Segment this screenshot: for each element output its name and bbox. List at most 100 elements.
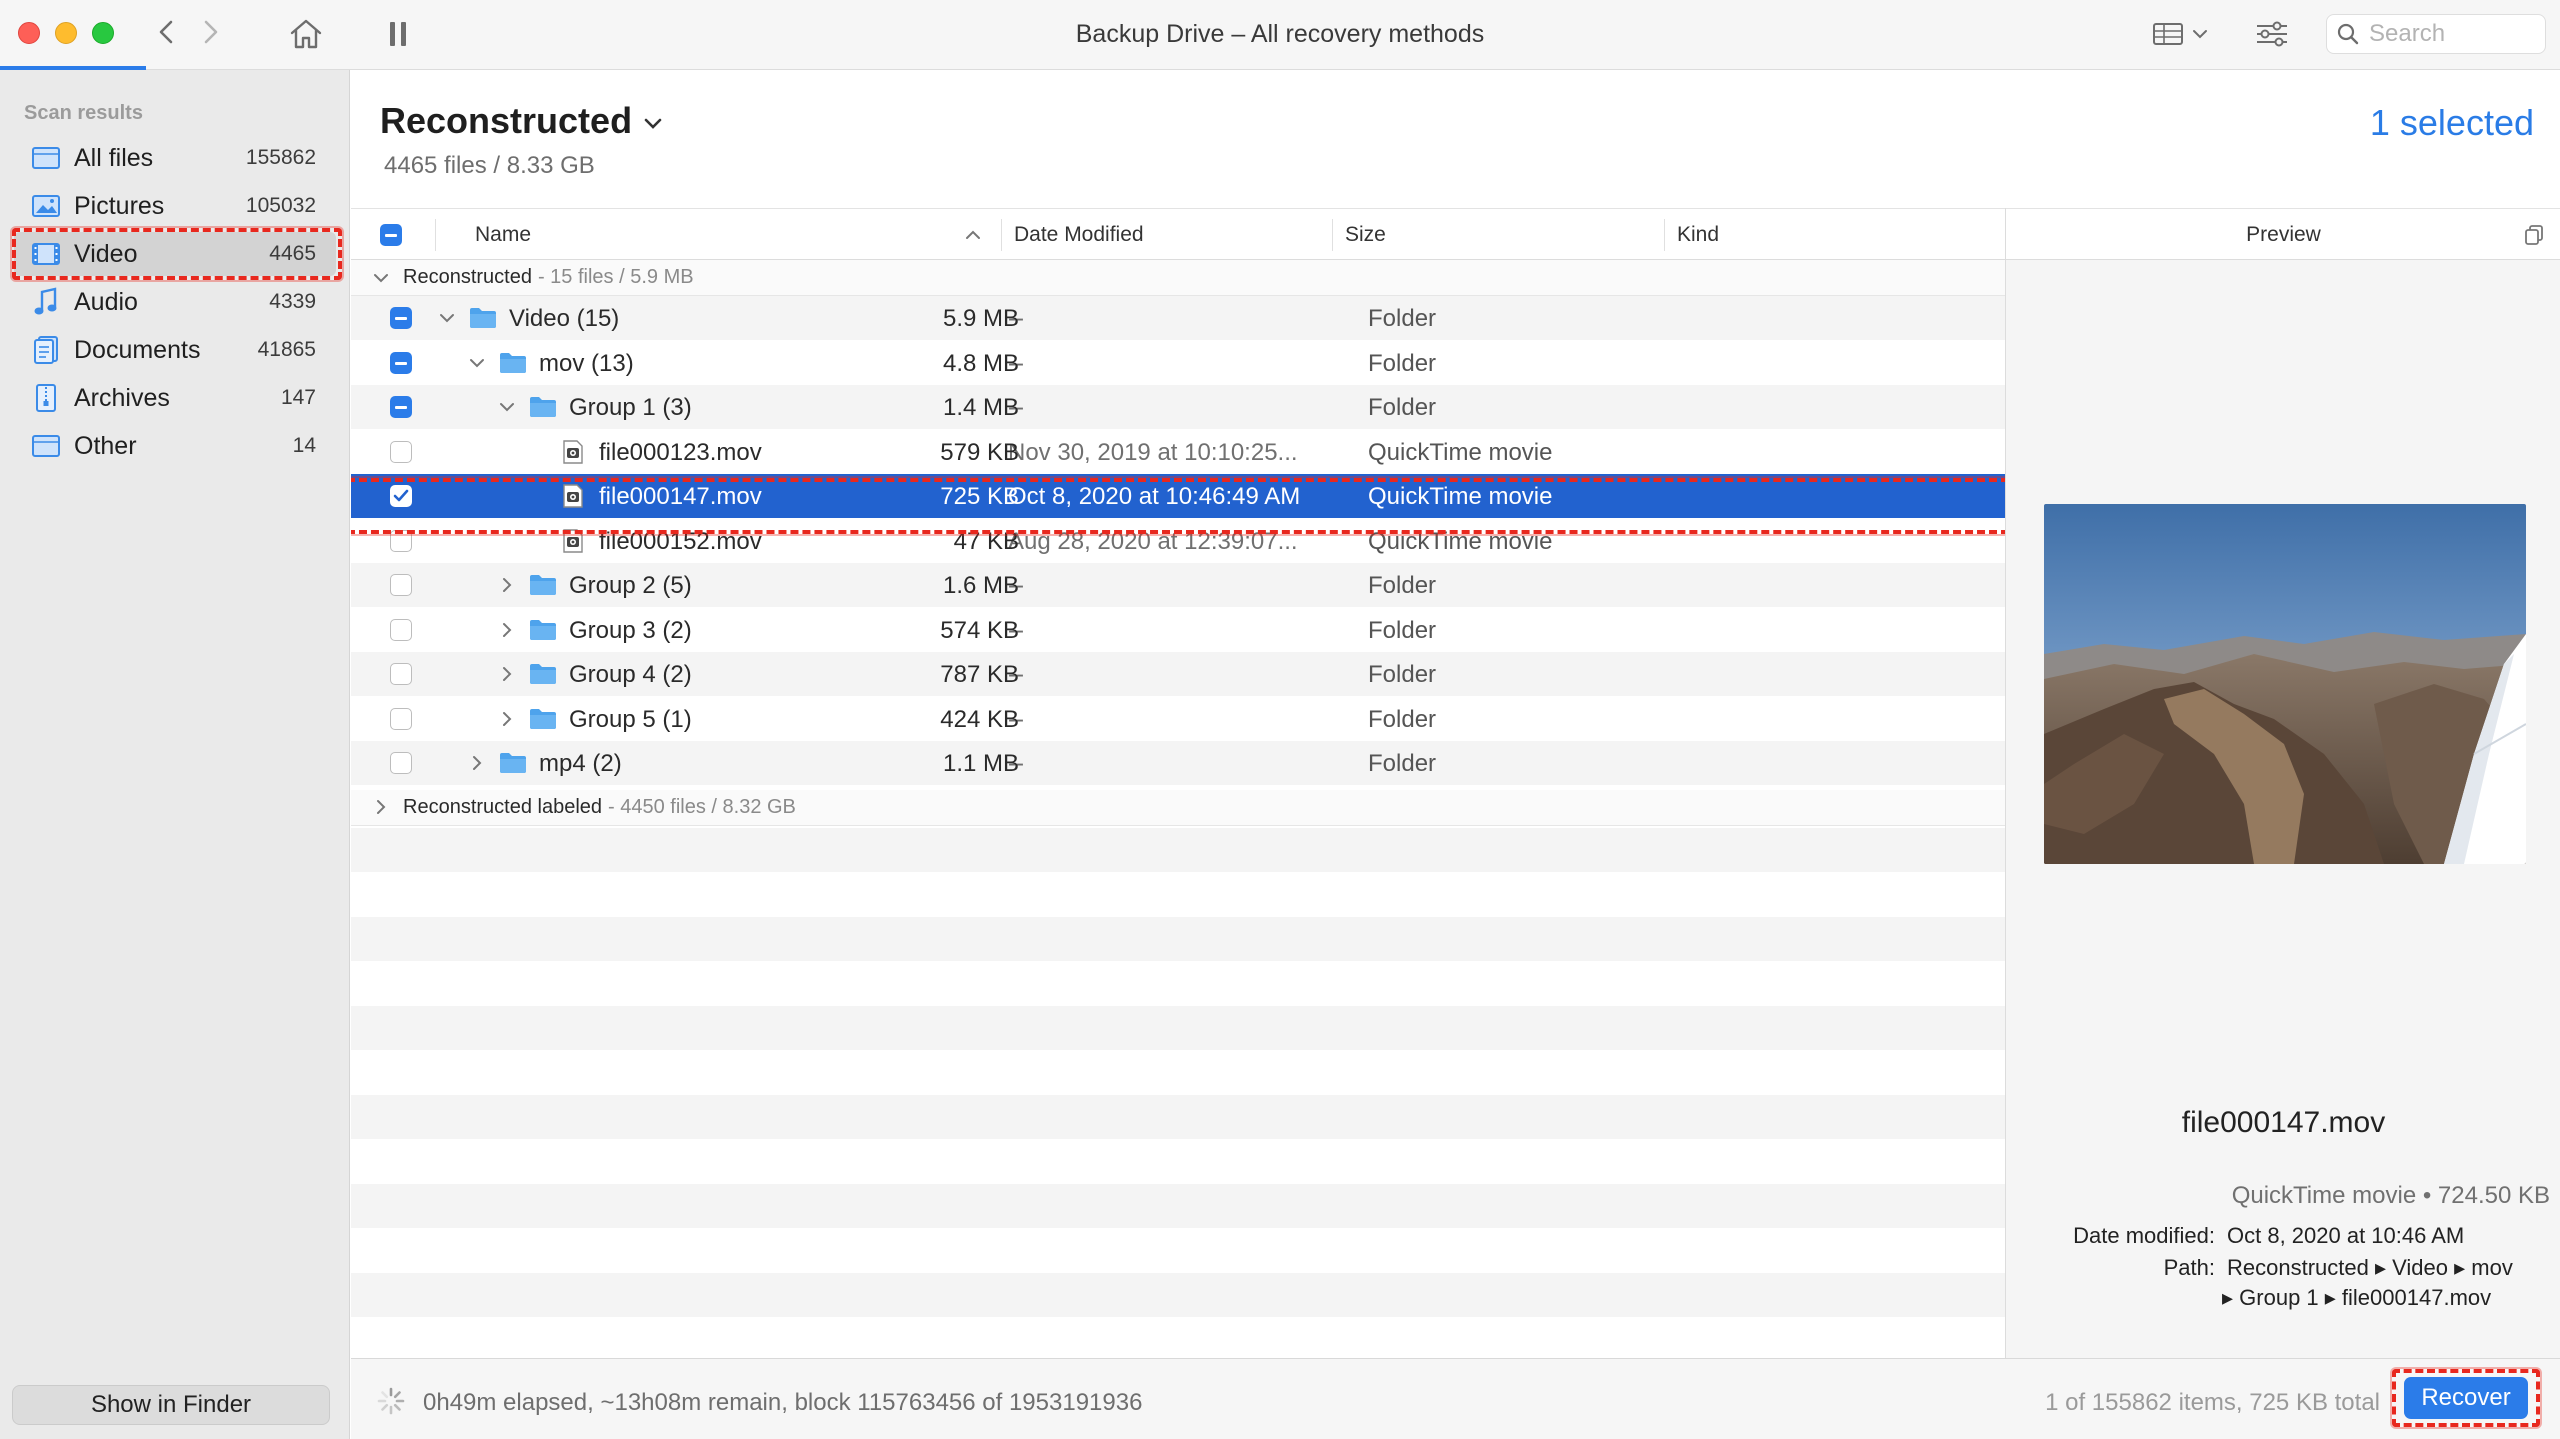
search-input[interactable]: [2369, 20, 2529, 48]
sidebar-item-video[interactable]: Video 4465: [14, 232, 336, 276]
row-checkbox[interactable]: [390, 485, 412, 507]
chevron-right-icon: [204, 20, 218, 44]
sidebar-item-count: 14: [292, 434, 316, 457]
sidebar-item-archives[interactable]: Archives 147: [14, 376, 336, 420]
pause-scan-button[interactable]: [380, 14, 416, 54]
chevron-right-icon[interactable]: [371, 797, 391, 817]
row-size: 5.9 MB: [942, 305, 1019, 332]
minimize-window-button[interactable]: [55, 22, 77, 44]
sidebar-item-audio[interactable]: Audio 4339: [14, 280, 336, 324]
folder-row[interactable]: Group 3 (2) -- 574 KB Folder: [351, 608, 2005, 652]
row-date: --: [1008, 750, 1024, 777]
row-date: --: [1008, 617, 1024, 644]
sidebar-item-count: 4339: [269, 290, 316, 313]
sidebar: Scan results All files 155862 Pictures 1…: [0, 70, 350, 1439]
column-header-date[interactable]: Date Modified: [1014, 223, 1144, 247]
row-checkbox[interactable]: [390, 752, 412, 774]
folder-row[interactable]: Group 4 (2) -- 787 KB Folder: [351, 652, 2005, 696]
row-kind: QuickTime movie: [1368, 483, 1553, 510]
row-checkbox[interactable]: [390, 619, 412, 641]
sidebar-item-count: 155862: [245, 146, 316, 169]
row-size: 47 KB: [953, 528, 1019, 555]
row-name: file000147.mov: [599, 483, 762, 510]
group-header[interactable]: Reconstructed labeled - 4450 files / 8.32…: [351, 789, 2005, 826]
row-checkbox[interactable]: [390, 307, 412, 329]
search-box[interactable]: [2326, 14, 2546, 54]
row-checkbox[interactable]: [390, 574, 412, 596]
row-kind: Folder: [1368, 661, 1437, 688]
sidebar-item-pictures[interactable]: Pictures 105032: [14, 184, 336, 228]
sliders-icon: [2257, 21, 2287, 47]
sidebar-item-count: 41865: [257, 338, 316, 361]
row-name: Video (15): [509, 305, 620, 332]
row-size: 4.8 MB: [942, 350, 1019, 377]
close-window-button[interactable]: [18, 22, 40, 44]
row-checkbox[interactable]: [390, 663, 412, 685]
view-options-button[interactable]: [2148, 16, 2212, 52]
chevron-right-icon[interactable]: [467, 753, 487, 773]
row-checkbox[interactable]: [390, 441, 412, 463]
file-row[interactable]: file000152.mov Aug 28, 2020 at 12:39:07..…: [351, 519, 2005, 563]
chevron-down-icon[interactable]: [371, 268, 391, 288]
sidebar-item-all-files[interactable]: All files 155862: [14, 136, 336, 180]
row-checkbox[interactable]: [390, 396, 412, 418]
row-checkbox[interactable]: [390, 708, 412, 730]
show-in-finder-button[interactable]: Show in Finder: [12, 1385, 330, 1425]
group-meta: - 4450 files / 8.32 GB: [608, 795, 796, 818]
movie-file-icon: [559, 438, 587, 466]
row-name: Group 3 (2): [569, 617, 692, 644]
preview-panel: Preview file000147.mov QuickTime movie •…: [2005, 208, 2560, 1358]
folder-icon: [499, 749, 527, 777]
row-kind: QuickTime movie: [1368, 439, 1553, 466]
select-all-checkbox[interactable]: [380, 224, 402, 246]
preview-copy-button[interactable]: [2521, 221, 2547, 249]
row-size: 574 KB: [940, 617, 1019, 644]
row-checkbox[interactable]: [390, 530, 412, 552]
row-name: file000123.mov: [599, 439, 762, 466]
sidebar-item-label: Pictures: [74, 191, 165, 220]
chevron-right-icon[interactable]: [497, 575, 517, 595]
chevron-right-icon[interactable]: [497, 664, 517, 684]
group-meta: - 15 files / 5.9 MB: [537, 266, 694, 288]
folder-row[interactable]: mp4 (2) -- 1.1 MB Folder: [351, 741, 2005, 785]
empty-row-stripe: [351, 917, 2005, 961]
file-row[interactable]: file000123.mov Nov 30, 2019 at 10:10:25..…: [351, 430, 2005, 474]
chevron-down-icon[interactable]: [437, 308, 457, 328]
folder-row[interactable]: Group 1 (3) -- 1.4 MB Folder: [351, 385, 2005, 429]
sidebar-item-label: All files: [74, 143, 154, 172]
back-button[interactable]: [148, 14, 184, 50]
chevron-down-icon[interactable]: [497, 397, 517, 417]
sidebar-item-other[interactable]: Other 14: [14, 424, 336, 468]
column-header-size[interactable]: Size: [1345, 223, 1386, 247]
folder-row[interactable]: mov (13) -- 4.8 MB Folder: [351, 341, 2005, 385]
all-files-icon: [30, 142, 62, 174]
row-size: 1.6 MB: [942, 572, 1019, 599]
documents-icon: [30, 334, 62, 366]
preview-path-line-1: Reconstructed ▸ Video ▸ mov: [2227, 1255, 2513, 1280]
file-summary: 4465 files / 8.33 GB: [384, 152, 595, 179]
row-size: 424 KB: [940, 706, 1019, 733]
folder-row[interactable]: Group 2 (5) -- 1.6 MB Folder: [351, 563, 2005, 607]
folder-title-dropdown[interactable]: Reconstructed: [380, 100, 662, 142]
chevron-right-icon[interactable]: [497, 620, 517, 640]
column-header-kind[interactable]: Kind: [1677, 223, 1719, 247]
forward-button[interactable]: [193, 14, 229, 50]
folder-row[interactable]: Video (15) -- 5.9 MB Folder: [351, 296, 2005, 340]
row-checkbox[interactable]: [390, 352, 412, 374]
sidebar-item-documents[interactable]: Documents 41865: [14, 328, 336, 372]
group-title: Reconstructed labeled: [403, 795, 603, 818]
row-size: 725 KB: [940, 483, 1019, 510]
group-header[interactable]: Reconstructed - 15 files / 5.9 MB: [351, 260, 2005, 296]
chevron-down-icon[interactable]: [467, 353, 487, 373]
filter-settings-button[interactable]: [2252, 16, 2292, 52]
folder-row[interactable]: Group 5 (1) -- 424 KB Folder: [351, 697, 2005, 741]
home-button[interactable]: [286, 14, 326, 54]
column-header-name[interactable]: Name: [475, 223, 531, 247]
recover-button[interactable]: Recover: [2404, 1377, 2528, 1419]
zoom-window-button[interactable]: [92, 22, 114, 44]
sort-ascending-icon: [966, 230, 980, 239]
file-row[interactable]: file000147.mov Oct 8, 2020 at 10:46:49 AM…: [351, 474, 2005, 518]
copy-icon: [2525, 225, 2543, 245]
chevron-right-icon[interactable]: [497, 709, 517, 729]
movie-file-icon: [559, 527, 587, 555]
